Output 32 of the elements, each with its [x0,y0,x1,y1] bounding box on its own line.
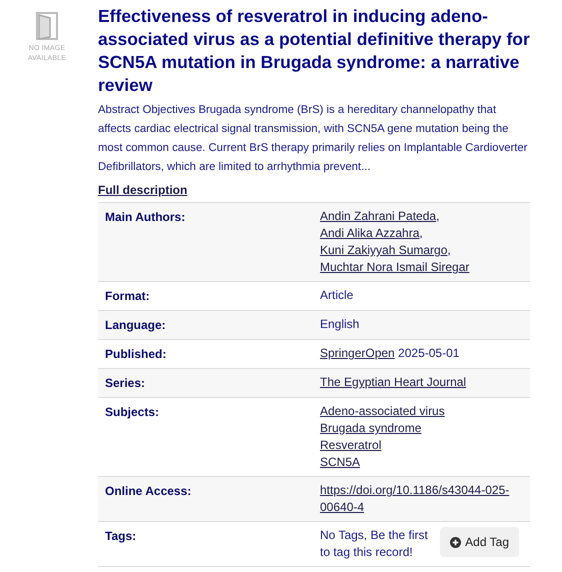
detail-label: Main Authors: [105,210,186,224]
link[interactable]: SCN5A [320,454,360,471]
detail-label: Series: [105,376,146,390]
value-text: 2025-05-01 [397,346,460,360]
link[interactable]: https://doi.org/10.1186/s43044-025-00640-4 [320,482,519,516]
detail-label: Tags: [105,529,136,543]
abstract-text: Abstract Objectives Brugada syndrome (BrS) is a hereditary channelopathy that affects cardiac electrical signal transmission, with SCN5A gene mutation being the most common cause. Current BrS therapy primarily relies on Implantable Cardioverter Defibrillators, which are limited to arrhythmia prevent... [98,103,528,175]
record-title: Effectiveness of resveratrol in inducing adeno-associated virus as a potential definitive therapy for SCN5A mutation in Brugada syndrome: a narrative review [98,5,530,97]
value-text: Article [320,288,354,302]
detail-label: Subjects: [105,405,160,419]
detail-label: Online Access: [105,484,192,498]
link[interactable]: Brugada syndrome [320,420,422,437]
tags-note: No Tags, Be the first to tag this record! [320,527,428,561]
value-text: English [320,317,360,331]
link[interactable]: Andin Zahrani Pateda [320,209,436,223]
detail-label: Format: [105,289,150,303]
detail-label: Language: [105,318,166,332]
detail-label: Published: [105,347,166,361]
value-text: , [436,209,440,223]
add-tag-button[interactable]: Add Tag [440,527,519,557]
link[interactable]: Adeno-associated virus [320,403,445,420]
door-icon [36,12,58,40]
value-text: , [447,243,452,257]
link[interactable]: The Egyptian Heart Journal [320,374,466,391]
value-text: , [419,226,424,240]
link[interactable]: Muchtar Nora Ismail Siregar [320,260,470,274]
plus-circle-icon [450,536,462,548]
link[interactable]: SpringerOpen [320,346,395,360]
link[interactable]: Kuni Zakiyyah Sumargo [320,243,448,257]
link[interactable]: Resveratrol [320,437,382,454]
link[interactable]: Andi Alika Azzahra [320,226,420,240]
full-description-link[interactable]: Full description [98,181,188,199]
